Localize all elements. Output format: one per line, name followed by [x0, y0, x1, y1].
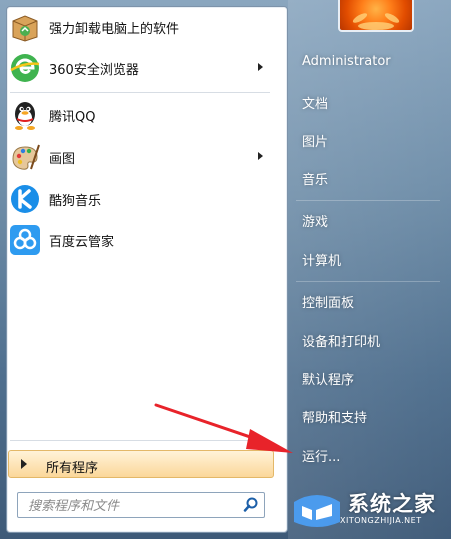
program-label: 百度云管家 [49, 234, 115, 250]
right-item-control-panel[interactable]: 控制面板 [302, 292, 354, 311]
program-item-paint[interactable]: 画图 [9, 138, 271, 176]
menu-divider [296, 200, 440, 201]
program-item-kugou[interactable]: 酷狗音乐 [9, 180, 271, 218]
menu-divider [10, 92, 270, 93]
kugou-music-icon [11, 185, 39, 213]
uninstaller-box-icon [12, 15, 38, 42]
baidu-cloud-icon [10, 225, 40, 255]
watermark-text: 系统之家 [348, 492, 436, 516]
360-browser-icon [10, 54, 40, 82]
right-item-documents[interactable]: 文档 [302, 93, 328, 112]
user-avatar[interactable] [338, 0, 414, 32]
program-label: 腾讯QQ [49, 109, 96, 125]
expand-arrow-icon [21, 459, 27, 469]
watermark-logo-icon [294, 495, 340, 527]
right-item-pictures[interactable]: 图片 [302, 131, 328, 150]
program-item-uninstaller[interactable]: 强力卸载电脑上的软件 [9, 8, 271, 46]
right-item-devices-printers[interactable]: 设备和打印机 [302, 331, 380, 350]
program-item-360-browser[interactable]: 360安全浏览器 [9, 49, 271, 87]
search-icon[interactable] [242, 496, 260, 514]
program-label: 画图 [49, 151, 76, 167]
all-programs-label: 所有程序 [46, 461, 99, 476]
right-item-games[interactable]: 游戏 [302, 211, 328, 230]
watermark-url: XITONGZHIJIA.NET [340, 516, 422, 525]
program-item-qq[interactable]: 腾讯QQ [9, 96, 271, 134]
menu-divider [296, 281, 440, 282]
search-input[interactable] [26, 496, 240, 516]
annotation-arrow-icon [154, 403, 293, 453]
submenu-arrow-icon[interactable] [258, 63, 263, 71]
program-label: 强力卸载电脑上的软件 [49, 21, 180, 37]
right-item-run[interactable]: 运行... [302, 446, 340, 465]
watermark: 系统之家 XITONGZHIJIA.NET [290, 488, 450, 532]
program-label: 酷狗音乐 [49, 193, 102, 209]
user-name-link[interactable]: Administrator [302, 54, 391, 69]
right-item-computer[interactable]: 计算机 [302, 250, 341, 269]
right-item-default-programs[interactable]: 默认程序 [302, 369, 354, 388]
right-item-music[interactable]: 音乐 [302, 169, 328, 188]
program-label: 360安全浏览器 [49, 62, 139, 78]
right-item-help-support[interactable]: 帮助和支持 [302, 407, 367, 426]
flower-picture-icon [352, 13, 400, 30]
submenu-arrow-icon[interactable] [258, 152, 263, 160]
qq-penguin-icon [15, 102, 35, 130]
paint-palette-icon [12, 144, 40, 170]
search-box[interactable] [17, 492, 265, 518]
program-item-baidu-cloud[interactable]: 百度云管家 [9, 221, 271, 259]
